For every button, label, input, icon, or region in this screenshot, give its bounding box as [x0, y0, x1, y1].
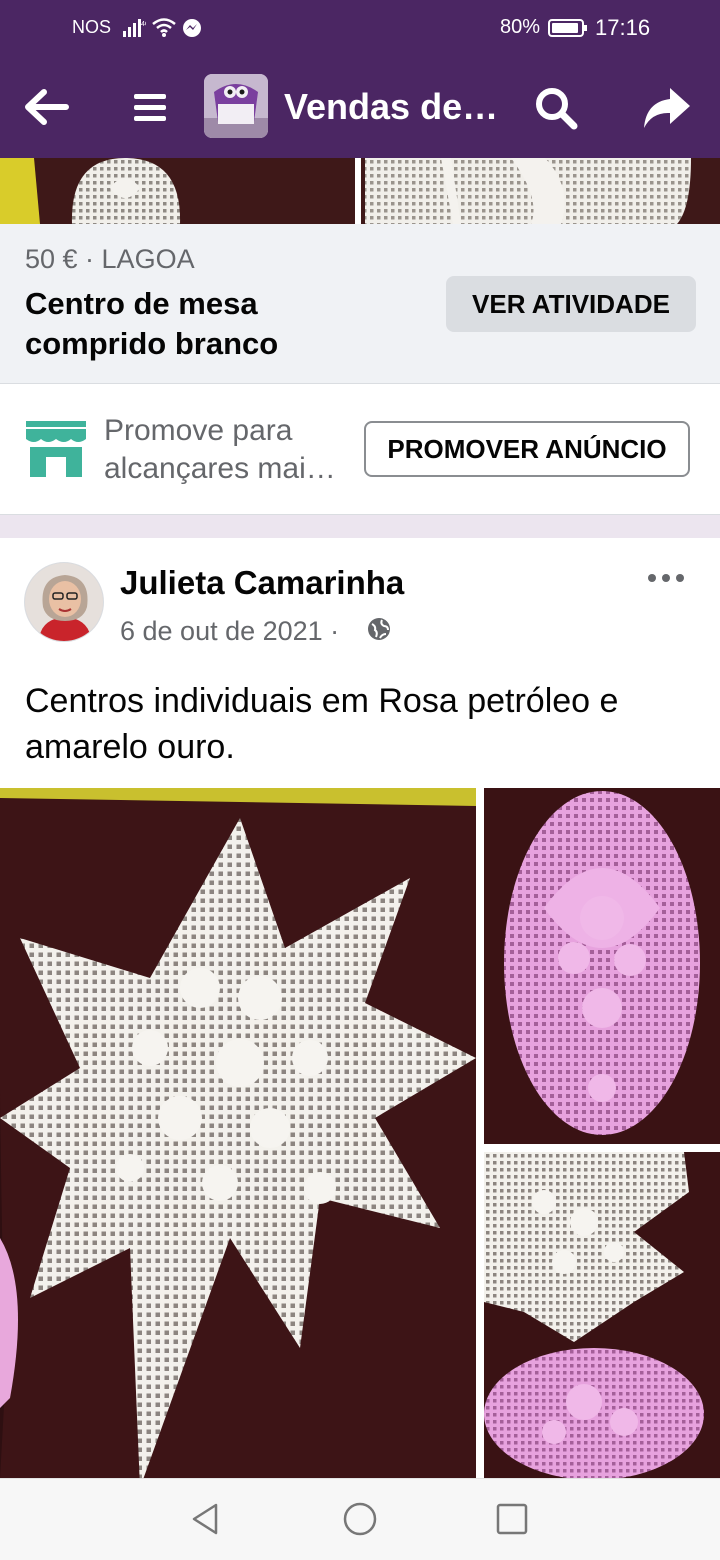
signal-icon: 4G	[123, 19, 146, 37]
listing-card: 50 € · LAGOA Centro de mesa comprido bra…	[0, 224, 720, 384]
wifi-icon	[152, 18, 176, 37]
post-photo-top-right[interactable]	[484, 788, 720, 1144]
nav-home-icon[interactable]	[342, 1501, 378, 1537]
share-icon[interactable]	[640, 82, 692, 134]
globe-icon	[368, 618, 390, 640]
nav-back-icon[interactable]	[188, 1501, 224, 1537]
group-avatar[interactable]	[204, 74, 268, 138]
clock: 17:16	[595, 15, 651, 40]
messenger-icon	[183, 19, 201, 37]
storefront-icon	[26, 421, 86, 477]
post-date[interactable]: 6 de out de 2021 ·	[120, 616, 339, 647]
post: Julieta Camarinha 6 de out de 2021 · Cen…	[0, 538, 720, 1478]
author-name[interactable]: Julieta Camarinha	[120, 564, 404, 602]
author-avatar[interactable]	[24, 562, 104, 642]
app-bar: Vendas de…	[0, 58, 720, 158]
status-bar: NOS 4G 80% 17:16	[0, 0, 720, 58]
system-nav-bar	[0, 1478, 720, 1560]
svg-text:4G: 4G	[141, 21, 146, 28]
nav-recents-icon[interactable]	[494, 1501, 530, 1537]
promote-row: Promove para alcançares mai… PROMOVER AN…	[0, 384, 720, 514]
post-text: Centros individuais em Rosa petróleo e a…	[25, 682, 619, 766]
promote-listing-button[interactable]: PROMOVER ANÚNCIO	[364, 421, 690, 477]
post-photo-main[interactable]	[0, 788, 476, 1478]
group-title[interactable]: Vendas de…	[284, 86, 514, 128]
promote-text: Promove para alcançares mai…	[104, 412, 354, 488]
listing-price-location: 50 € · LAGOA	[25, 244, 195, 274]
promote-line-1: Promove para	[104, 414, 293, 447]
back-arrow-icon[interactable]	[22, 84, 72, 130]
more-options-icon[interactable]	[646, 568, 686, 588]
listing-photo-strip	[0, 158, 720, 224]
listing-photo-right[interactable]	[361, 158, 720, 224]
carrier-label: NOS	[72, 17, 112, 37]
listing-photo-left[interactable]	[0, 158, 355, 224]
view-activity-button[interactable]: VER ATIVIDADE	[446, 276, 696, 332]
promote-line-2: alcançares mai…	[104, 452, 336, 485]
battery-percent: 80%	[500, 16, 541, 38]
search-icon[interactable]	[532, 84, 580, 132]
battery-icon	[548, 19, 587, 37]
section-divider	[0, 514, 720, 538]
menu-icon[interactable]	[130, 88, 170, 128]
listing-title[interactable]: Centro de mesa comprido branco	[25, 284, 365, 364]
post-photo-bottom-right[interactable]	[484, 1152, 720, 1478]
